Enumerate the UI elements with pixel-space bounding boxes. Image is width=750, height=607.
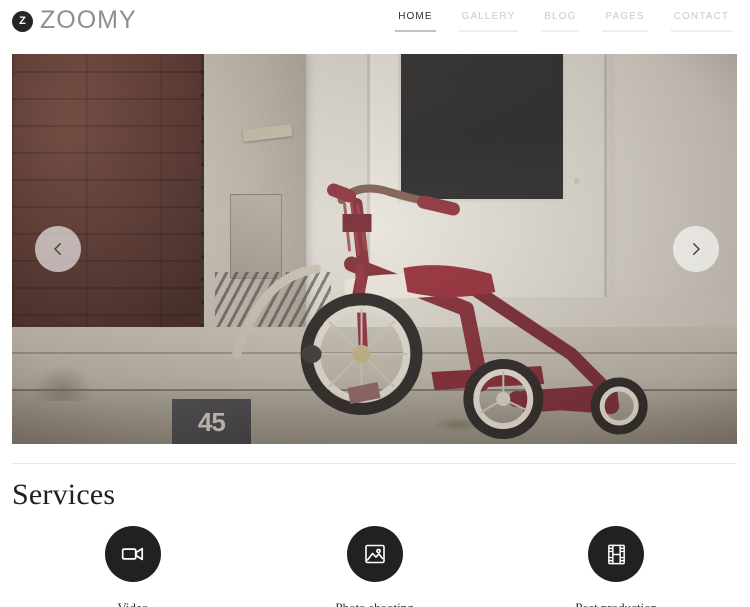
service-label-photo-shooting: Photo shooting: [335, 600, 413, 607]
nav-item-pages[interactable]: PAGES: [602, 10, 648, 32]
slider-next-button[interactable]: [673, 226, 719, 272]
service-label-video: Video: [117, 600, 148, 607]
nav-item-blog[interactable]: BLOG: [541, 10, 580, 32]
tricycle-subject: [232, 183, 648, 439]
services-title: Services: [12, 478, 116, 511]
service-item-video[interactable]: Video: [12, 526, 254, 607]
services-grid: Video Photo shooting: [12, 526, 737, 607]
service-item-photo-shooting[interactable]: Photo shooting: [254, 526, 496, 607]
nav-item-home[interactable]: HOME: [395, 10, 436, 32]
hero-slide-image: 45: [12, 54, 737, 444]
nav-item-contact[interactable]: CONTACT: [670, 10, 732, 32]
image-photo-icon: [364, 544, 385, 564]
main-navigation: HOME GALLERY BLOG PAGES CONTACT: [395, 10, 736, 32]
chevron-left-icon: [54, 243, 61, 255]
film-strip-icon: [607, 544, 625, 564]
brand-logo-link[interactable]: Z ZOOMY: [12, 5, 137, 34]
service-icon-circle-photo[interactable]: [346, 526, 403, 582]
site-header: Z ZOOMY HOME GALLERY BLOG PAGES CONTACT: [0, 0, 750, 42]
hero-slider[interactable]: 45: [12, 54, 737, 444]
service-item-post-production[interactable]: Post production: [495, 526, 737, 607]
chevron-right-icon: [693, 243, 700, 255]
service-icon-circle-video[interactable]: [104, 526, 161, 582]
brand-mark-letter: Z: [19, 14, 26, 27]
brand-name: ZOOMY: [40, 5, 137, 34]
service-label-post-production: Post production: [575, 600, 657, 607]
circle-z-logo-icon: Z: [12, 10, 33, 32]
section-divider: [12, 463, 737, 464]
slider-prev-button[interactable]: [35, 226, 81, 272]
services-section: Services Video Photo shooting: [0, 463, 750, 607]
nav-item-gallery[interactable]: GALLERY: [458, 10, 519, 32]
service-icon-circle-film[interactable]: [588, 526, 645, 582]
video-camera-icon: [121, 547, 143, 561]
